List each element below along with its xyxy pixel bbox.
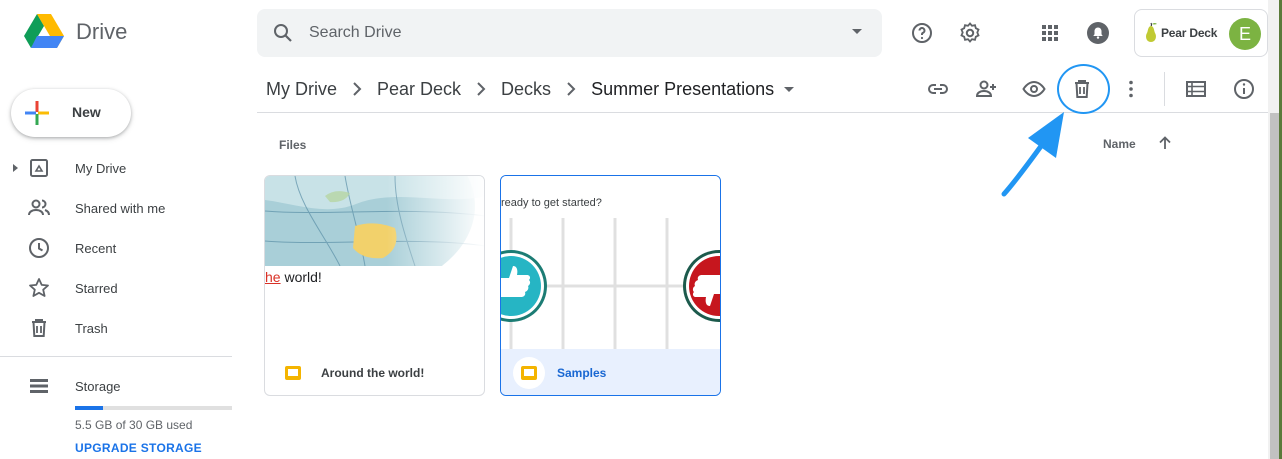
sidebar-item-trash[interactable]: Trash: [0, 312, 240, 344]
breadcrumb-item-pear-deck[interactable]: Pear Deck: [377, 79, 461, 100]
clock-icon: [29, 238, 49, 258]
search-icon[interactable]: [271, 21, 295, 45]
folder-menu-chevron-down-icon[interactable]: [784, 86, 795, 92]
chevron-right-icon: [477, 82, 486, 96]
file-name: Samples: [557, 366, 607, 380]
get-link-icon[interactable]: [926, 77, 950, 101]
account-switcher[interactable]: Pear Deck E: [1134, 9, 1268, 57]
new-button[interactable]: New: [11, 89, 131, 137]
sidebar-item-label: My Drive: [75, 161, 127, 176]
sidebar-item-label: Shared with me: [75, 201, 166, 216]
drive-logo[interactable]: Drive: [24, 14, 127, 50]
toolbar-divider-line: [257, 112, 1268, 113]
file-card-around-the-world[interactable]: he world! Around the world!: [264, 175, 485, 396]
list-view-icon[interactable]: [1184, 77, 1208, 101]
drive-logo-icon: [24, 14, 64, 48]
thumbnail-text: he world!: [265, 269, 322, 285]
file-thumbnail: he world!: [265, 176, 484, 349]
app-name: Drive: [76, 19, 128, 44]
expand-caret-icon[interactable]: [13, 164, 18, 172]
google-slides-icon: [285, 366, 301, 380]
file-thumbnail: ready to get started?: [501, 176, 720, 349]
storage-icon: [30, 379, 48, 393]
thumbnail-text: ready to get started?: [501, 197, 602, 209]
preview-eye-icon[interactable]: [1022, 77, 1046, 101]
notifications-bell-icon[interactable]: [1086, 21, 1110, 45]
breadcrumb-current-folder[interactable]: Summer Presentations: [591, 79, 774, 100]
my-drive-icon: [30, 159, 48, 177]
sort-by-name-button[interactable]: Name: [1103, 137, 1136, 151]
sidebar-item-label: Trash: [75, 321, 108, 336]
sidebar-item-my-drive[interactable]: My Drive: [0, 152, 240, 184]
storage-label: Storage: [75, 379, 121, 394]
file-card-samples[interactable]: ready to get started? Samples: [500, 175, 721, 396]
file-name: Around the world!: [321, 366, 425, 380]
sidebar-divider: [0, 356, 232, 357]
avatar[interactable]: E: [1229, 18, 1261, 50]
help-icon[interactable]: [910, 21, 934, 45]
sidebar-item-storage[interactable]: Storage: [0, 370, 240, 402]
sidebar-item-recent[interactable]: Recent: [0, 232, 240, 264]
sidebar-item-starred[interactable]: Starred: [0, 272, 240, 304]
info-icon[interactable]: [1232, 77, 1256, 101]
chevron-right-icon: [353, 82, 362, 96]
pear-deck-logo-icon: [1146, 22, 1157, 42]
storage-quota-bar: [75, 406, 232, 410]
arrow-pointer-annotation-icon: [1001, 112, 1064, 197]
search-input[interactable]: [309, 21, 829, 45]
sidebar-item-label: Recent: [75, 241, 117, 256]
people-icon: [28, 199, 50, 216]
file-card-footer: Around the world!: [265, 349, 484, 395]
file-card-footer: Samples: [501, 349, 720, 395]
highlight-circle-annotation: [1057, 64, 1110, 114]
trash-icon: [32, 319, 46, 337]
new-button-label: New: [72, 104, 101, 120]
plus-icon: [25, 101, 49, 125]
apps-grid-icon[interactable]: [1038, 21, 1062, 45]
drive-app: Drive Pear Deck: [0, 0, 1282, 459]
storage-used-text: 5.5 GB of 30 GB used: [75, 418, 193, 432]
sidebar-item-label: Starred: [75, 281, 118, 296]
breadcrumb: My Drive Pear Deck Decks Summer Presenta…: [266, 77, 795, 101]
upgrade-storage-link[interactable]: UPGRADE STORAGE: [75, 441, 202, 455]
star-icon: [29, 278, 49, 297]
globe-image: [265, 176, 484, 296]
sidebar-item-shared-with-me[interactable]: Shared with me: [0, 192, 240, 224]
share-add-person-icon[interactable]: [974, 77, 998, 101]
toolbar-divider: [1164, 72, 1165, 106]
google-slides-icon: [521, 366, 537, 380]
chevron-right-icon: [567, 82, 576, 96]
search-bar[interactable]: [257, 9, 882, 57]
account-org-name: Pear Deck: [1161, 26, 1218, 40]
search-options-chevron-icon[interactable]: [852, 29, 862, 34]
storage-quota-fill: [75, 406, 104, 410]
breadcrumb-item-decks[interactable]: Decks: [501, 79, 551, 100]
settings-gear-icon[interactable]: [958, 21, 982, 45]
files-section-label: Files: [279, 138, 307, 152]
sort-ascending-arrow-icon[interactable]: [1155, 133, 1175, 153]
more-options-icon[interactable]: [1119, 77, 1143, 101]
breadcrumb-item-my-drive[interactable]: My Drive: [266, 79, 337, 100]
